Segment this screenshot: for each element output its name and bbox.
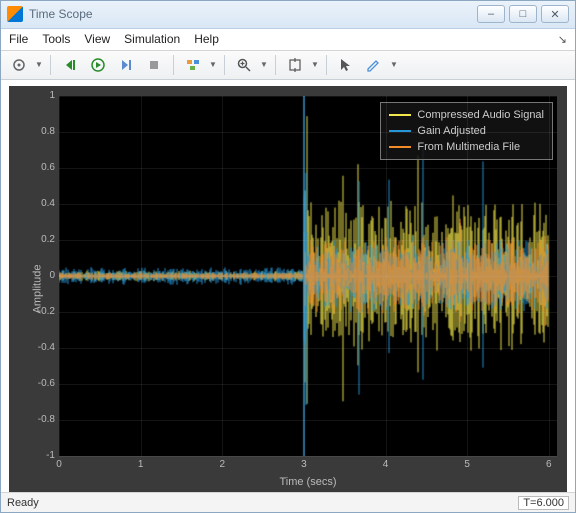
menu-dock-icon[interactable]: ↘ <box>558 33 567 46</box>
app-icon <box>7 6 23 22</box>
legend-swatch <box>389 114 411 116</box>
menu-simulation[interactable]: Simulation <box>124 32 180 46</box>
zoom-button[interactable] <box>232 53 256 77</box>
status-ready: Ready <box>7 497 39 509</box>
y-tick-label: 1 <box>27 90 55 101</box>
y-tick-label: -0.4 <box>27 342 55 353</box>
plot-frame[interactable]: Amplitude Time (secs) Compressed Audio S… <box>9 86 567 492</box>
dropdown-icon[interactable]: ▼ <box>35 60 43 69</box>
x-tick-label: 1 <box>131 459 151 470</box>
x-axis-label: Time (secs) <box>9 476 567 488</box>
minimize-button[interactable]: – <box>477 5 505 23</box>
y-tick-label: -0.6 <box>27 378 55 389</box>
dropdown-icon[interactable]: ▼ <box>311 60 319 69</box>
settings-button[interactable] <box>7 53 31 77</box>
statusbar: Ready T=6.000 <box>1 492 575 512</box>
x-tick-label: 0 <box>49 459 69 470</box>
y-tick-label: 0.6 <box>27 162 55 173</box>
x-tick-label: 6 <box>539 459 559 470</box>
cursor-button[interactable] <box>334 53 358 77</box>
legend-label: From Multimedia File <box>417 141 520 153</box>
dropdown-icon[interactable]: ▼ <box>390 60 398 69</box>
titlebar[interactable]: Time Scope – □ ✕ <box>1 1 575 29</box>
step-forward-button[interactable] <box>114 53 138 77</box>
dropdown-icon[interactable]: ▼ <box>209 60 217 69</box>
y-tick-label: 0.8 <box>27 126 55 137</box>
y-tick-label: -0.2 <box>27 306 55 317</box>
menu-file[interactable]: File <box>9 32 28 46</box>
stop-button[interactable] <box>142 53 166 77</box>
window-title: Time Scope <box>29 7 477 21</box>
config-button[interactable] <box>181 53 205 77</box>
status-time: T=6.000 <box>518 496 569 510</box>
autoscale-button[interactable] <box>283 53 307 77</box>
run-button[interactable] <box>86 53 110 77</box>
maximize-button[interactable]: □ <box>509 5 537 23</box>
toolbar: ▼ ▼ ▼ ▼ ▼ <box>1 51 575 81</box>
menu-view[interactable]: View <box>84 32 110 46</box>
y-tick-label: 0 <box>27 270 55 281</box>
x-tick-label: 4 <box>376 459 396 470</box>
x-tick-label: 5 <box>457 459 477 470</box>
legend-label: Compressed Audio Signal <box>417 109 544 121</box>
plot-area: Amplitude Time (secs) Compressed Audio S… <box>1 80 575 492</box>
annotate-button[interactable] <box>362 53 386 77</box>
close-button[interactable]: ✕ <box>541 5 569 23</box>
x-tick-label: 2 <box>212 459 232 470</box>
menu-help[interactable]: Help <box>194 32 219 46</box>
dropdown-icon[interactable]: ▼ <box>260 60 268 69</box>
step-back-button[interactable] <box>58 53 82 77</box>
menubar: File Tools View Simulation Help ↘ <box>1 29 575 51</box>
legend-swatch <box>389 146 411 148</box>
y-tick-label: 0.4 <box>27 198 55 209</box>
menu-tools[interactable]: Tools <box>42 32 70 46</box>
window-frame: Time Scope – □ ✕ File Tools View Simulat… <box>0 0 576 513</box>
x-tick-label: 3 <box>294 459 314 470</box>
y-tick-label: 0.2 <box>27 234 55 245</box>
legend-label: Gain Adjusted <box>417 125 486 137</box>
y-tick-label: -0.8 <box>27 414 55 425</box>
